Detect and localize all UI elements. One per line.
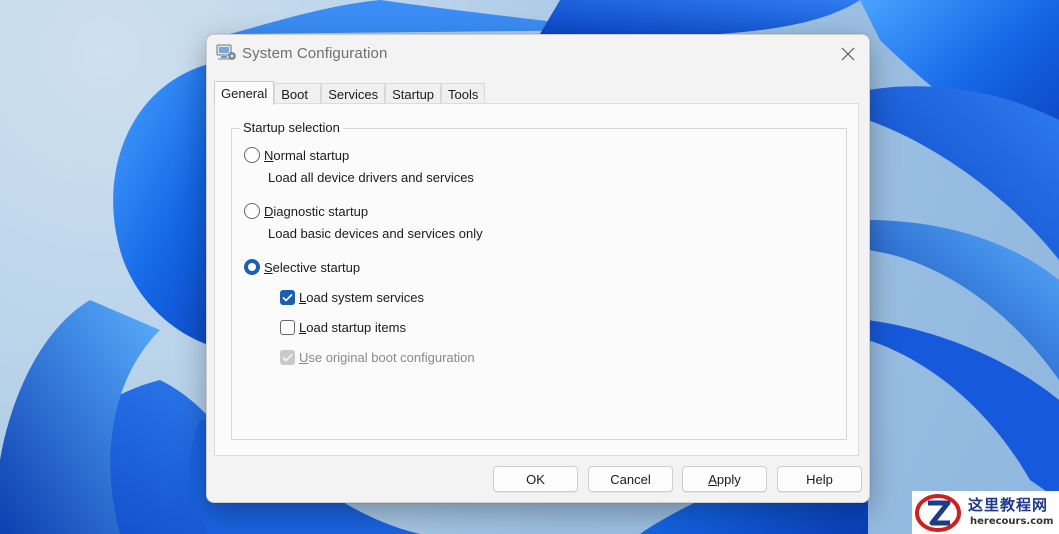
startup-selection-group: Startup selection Normal startup Load al… <box>231 120 847 440</box>
use-original-boot-config-label: Use original boot configuration <box>299 350 475 365</box>
tab-strip: General Boot Services Startup Tools <box>214 81 486 105</box>
tab-general[interactable]: General <box>214 81 275 105</box>
load-startup-items-label: Load startup items <box>299 320 406 335</box>
general-tab-panel: Startup selection Normal startup Load al… <box>214 103 859 456</box>
system-configuration-window: System Configuration General Boot Servic… <box>206 34 870 503</box>
selective-startup-radio[interactable]: Selective startup <box>244 259 360 275</box>
load-system-services-checkbox[interactable]: Load system services <box>280 290 424 305</box>
site-watermark: 这里教程网 herecours.com <box>912 491 1059 534</box>
checkbox-indicator-disabled <box>280 350 295 365</box>
title-bar[interactable]: System Configuration <box>207 35 869 73</box>
watermark-logo-icon <box>915 494 961 532</box>
close-button[interactable] <box>833 41 863 67</box>
normal-startup-radio[interactable]: Normal startup <box>244 147 349 163</box>
normal-startup-description: Load all device drivers and services <box>268 170 474 185</box>
diagnostic-startup-radio[interactable]: Diagnostic startup <box>244 203 368 219</box>
normal-startup-label: Normal startup <box>264 147 350 163</box>
diagnostic-startup-label: Diagnostic startup <box>264 203 369 219</box>
dialog-button-row: OK Cancel Apply Help <box>207 466 869 494</box>
diagnostic-startup-description: Load basic devices and services only <box>268 226 483 241</box>
ok-button[interactable]: OK <box>493 466 578 492</box>
watermark-title: 这里教程网 <box>968 496 1049 514</box>
selective-startup-label: Selective startup <box>264 259 361 275</box>
tab-boot[interactable]: Boot <box>274 83 322 104</box>
group-label: Startup selection <box>240 120 343 135</box>
tab-services[interactable]: Services <box>321 83 386 104</box>
cancel-button[interactable]: Cancel <box>588 466 673 492</box>
radio-indicator <box>244 147 260 163</box>
help-button[interactable]: Help <box>777 466 862 492</box>
close-icon <box>841 47 855 61</box>
checkbox-indicator <box>280 320 295 335</box>
use-original-boot-config-checkbox: Use original boot configuration <box>280 350 475 365</box>
load-startup-items-checkbox[interactable]: Load startup items <box>280 320 406 335</box>
radio-indicator <box>244 203 260 219</box>
radio-indicator-selected <box>244 259 260 275</box>
tab-startup[interactable]: Startup <box>385 83 442 104</box>
tab-tools[interactable]: Tools <box>441 83 486 104</box>
desktop: System Configuration General Boot Servic… <box>0 0 1059 534</box>
msconfig-app-icon <box>216 44 236 60</box>
checkmark-icon <box>282 293 293 302</box>
apply-button[interactable]: Apply <box>682 466 767 492</box>
window-title: System Configuration <box>242 45 388 62</box>
load-system-services-label: Load system services <box>299 290 424 305</box>
watermark-url: herecours.com <box>970 516 1054 527</box>
checkmark-icon <box>282 353 293 362</box>
checkbox-indicator-checked <box>280 290 295 305</box>
